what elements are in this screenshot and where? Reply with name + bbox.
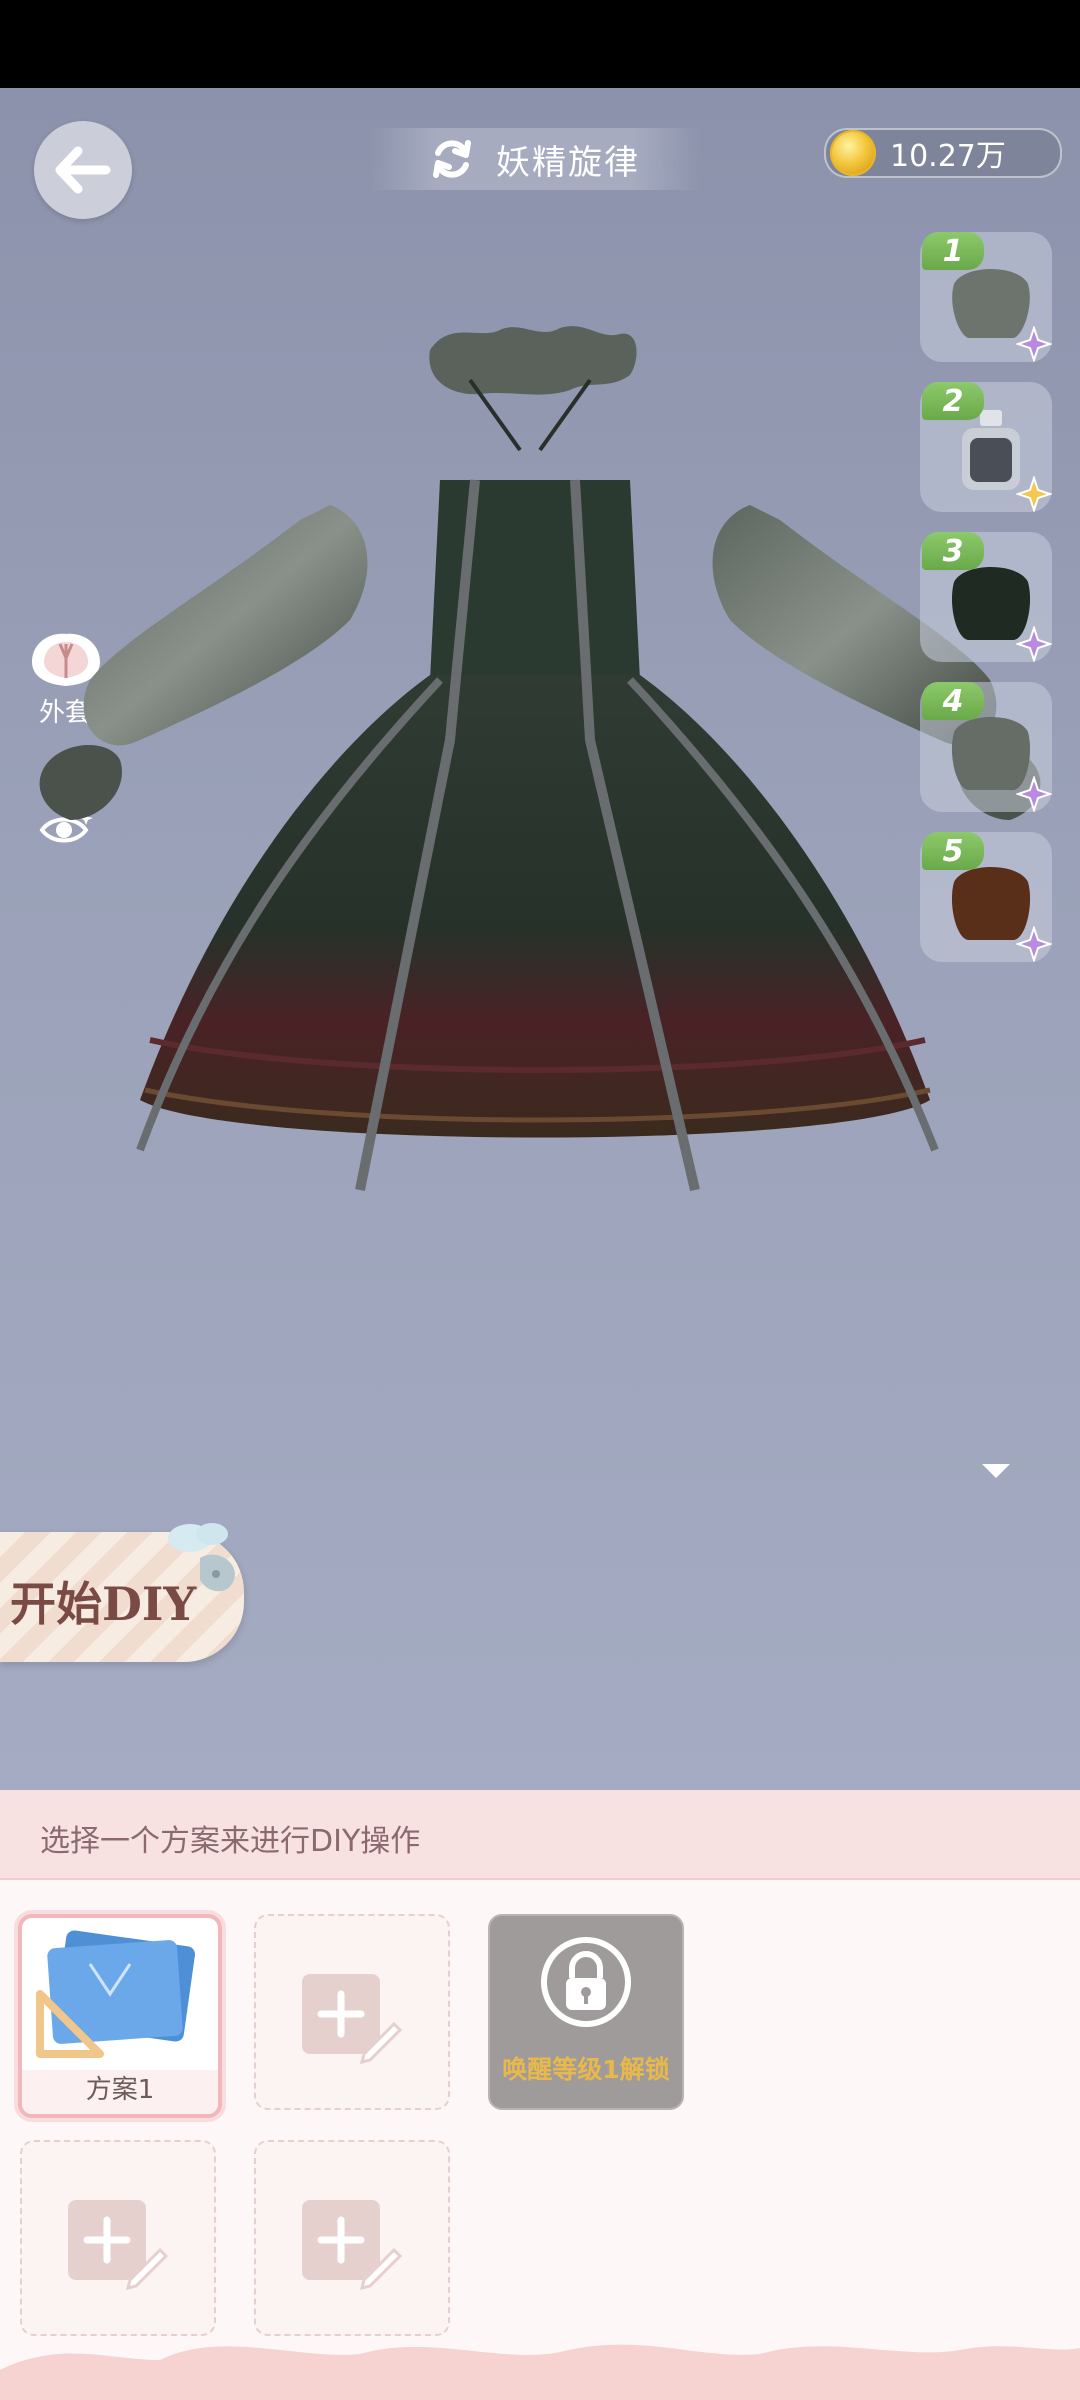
plan-card-5[interactable] bbox=[254, 2140, 450, 2336]
purple-flower-icon bbox=[1016, 776, 1052, 812]
plan-card-1[interactable]: 方案1 bbox=[18, 1914, 222, 2118]
refresh-icon[interactable] bbox=[430, 137, 474, 181]
blueprint-icon bbox=[36, 1930, 196, 2058]
gold-flower-icon bbox=[1016, 476, 1052, 512]
start-diy-label: 开始DIY bbox=[10, 1577, 197, 1631]
slot-number: 2 bbox=[922, 382, 984, 420]
outfit-title: 妖精旋律 bbox=[496, 142, 640, 183]
instruction-bar: 选择一个方案来进行DIY操作 bbox=[0, 1790, 1080, 1880]
outfit-title-bar[interactable]: 妖精旋律 bbox=[370, 128, 700, 190]
item-slot-4[interactable]: 4 bbox=[920, 682, 1052, 812]
coin-amount: 10.27万 bbox=[890, 139, 1006, 174]
add-plan-icon bbox=[302, 1974, 402, 2064]
add-plan-icon bbox=[302, 2200, 402, 2290]
purple-flower-icon bbox=[1016, 926, 1052, 962]
back-button[interactable] bbox=[34, 121, 132, 219]
plan-card-3-locked[interactable]: 唤醒等级1解锁 bbox=[488, 1914, 684, 2110]
plan-label: 方案1 bbox=[85, 2075, 155, 2105]
slot-number: 1 bbox=[922, 232, 984, 270]
lock-icon bbox=[541, 1937, 631, 2027]
purple-flower-icon bbox=[1016, 626, 1052, 662]
item-slot-2[interactable]: 2 bbox=[920, 382, 1052, 512]
add-plan-icon bbox=[68, 2200, 168, 2290]
unlock-condition-text: 唤醒等级1解锁 bbox=[502, 2055, 670, 2084]
slot-number: 3 bbox=[922, 532, 984, 570]
status-bar bbox=[0, 0, 1080, 88]
slot-number: 4 bbox=[922, 682, 984, 720]
arrow-left-icon bbox=[55, 146, 111, 194]
item-slot-3[interactable]: 3 bbox=[920, 532, 1052, 662]
gold-coin-icon bbox=[830, 130, 876, 176]
start-diy-button[interactable]: 开始DIY bbox=[0, 1523, 244, 1662]
instruction-text: 选择一个方案来进行DIY操作 bbox=[40, 1824, 421, 1859]
bottom-cloud-decoration bbox=[0, 2344, 1080, 2400]
item-slot-1[interactable]: 1 bbox=[920, 232, 1052, 362]
chevron-down-icon[interactable] bbox=[982, 1464, 1010, 1478]
item-slot-5[interactable]: 5 bbox=[920, 832, 1052, 962]
dress-preview-image[interactable] bbox=[30, 320, 1050, 1300]
slot-number: 5 bbox=[922, 832, 984, 870]
coin-balance[interactable]: 10.27万 bbox=[824, 128, 1062, 178]
plan-panel: 选择一个方案来进行DIY操作 方案1 唤醒等级1解锁 bbox=[0, 1790, 1080, 2400]
purple-flower-icon bbox=[1016, 326, 1052, 362]
plan-card-4[interactable] bbox=[20, 2140, 216, 2336]
plan-card-2[interactable] bbox=[254, 1914, 450, 2110]
